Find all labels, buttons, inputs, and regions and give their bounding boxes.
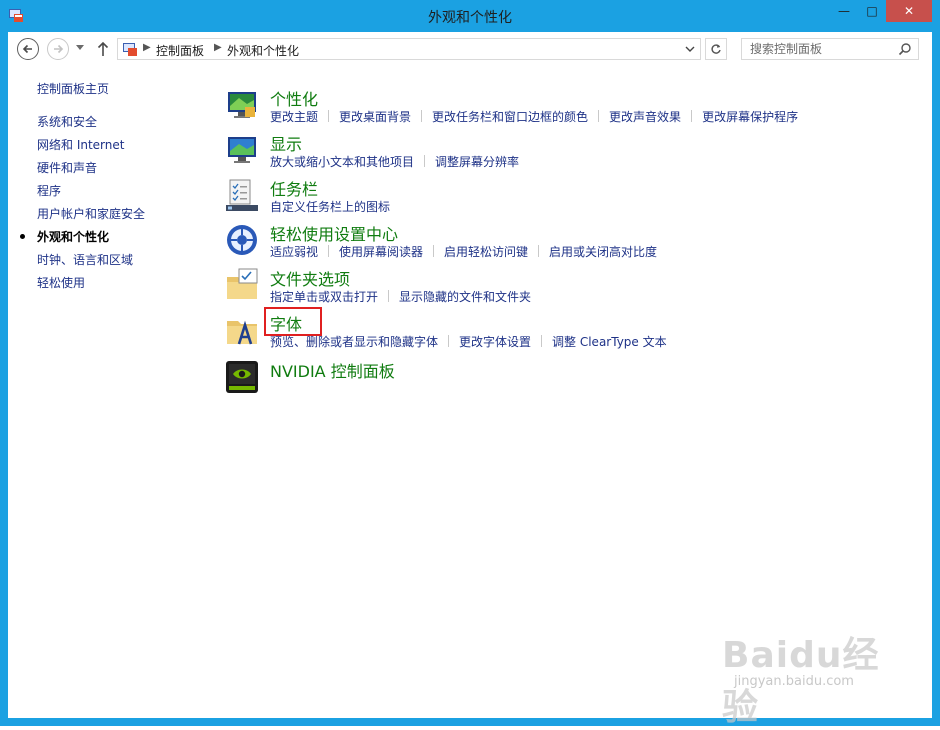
nav-appearance-label: 外观和个性化	[37, 230, 110, 244]
nav-network-internet[interactable]: 网络和 Internet	[37, 136, 124, 153]
close-icon: ✕	[903, 4, 915, 18]
minimize-button[interactable]: —	[830, 0, 858, 22]
fonts-folder-icon[interactable]	[225, 313, 259, 347]
link-customize-taskbar-icons[interactable]: 自定义任务栏上的图标	[270, 198, 390, 215]
link-optimize-visual[interactable]: 适应弱视	[270, 243, 318, 260]
personalization-icon[interactable]	[225, 88, 259, 122]
category-links: 放大或缩小文本和其他项目 调整屏幕分辨率	[270, 153, 519, 170]
breadcrumb-separator-icon[interactable]: ▶	[143, 42, 151, 53]
link-change-window-color[interactable]: 更改任务栏和窗口边框的颜色	[432, 108, 588, 125]
link-high-contrast[interactable]: 启用或关闭高对比度	[549, 243, 657, 260]
link-divider	[541, 335, 543, 347]
category-personalization: 个性化 更改主题 更改桌面背景 更改任务栏和窗口边框的颜色 更改声音效果 更改屏幕保护程…	[225, 86, 915, 131]
nav-hardware-sound[interactable]: 硬件和声音	[37, 159, 97, 176]
link-divider	[328, 110, 330, 122]
category-ease-of-access: 轻松使用设置中心 适应弱视 使用屏幕阅读器 启用轻松访问键 启用或关闭高对比度	[225, 221, 915, 266]
refresh-button[interactable]	[705, 38, 727, 60]
search-icon[interactable]	[898, 42, 912, 56]
breadcrumb-control-panel[interactable]: 控制面板	[156, 42, 204, 59]
nav-appearance-current[interactable]: 外观和个性化	[20, 228, 110, 245]
link-divider	[448, 335, 450, 347]
category-nvidia: NVIDIA 控制面板	[225, 358, 915, 403]
address-bar[interactable]: ▶ 控制面板 ▶ 外观和个性化	[117, 38, 701, 60]
nvidia-icon[interactable]	[225, 360, 259, 394]
link-change-screen-saver[interactable]: 更改屏幕保护程序	[702, 108, 798, 125]
watermark-url: jingyan.baidu.com	[734, 674, 854, 689]
category-folder-options: 文件夹选项 指定单击或双击打开 显示隐藏的文件和文件夹	[225, 266, 915, 311]
nav-control-panel-home[interactable]: 控制面板主页	[37, 80, 109, 97]
link-divider	[598, 110, 600, 122]
recent-locations-dropdown-icon[interactable]	[75, 42, 85, 52]
forward-button[interactable]	[47, 38, 69, 60]
category-links: 更改主题 更改桌面背景 更改任务栏和窗口边框的颜色 更改声音效果 更改屏幕保护程序	[270, 108, 798, 125]
chevron-down-icon[interactable]	[684, 42, 696, 56]
display-icon[interactable]	[225, 133, 259, 167]
navigation-bar: ▶ 控制面板 ▶ 外观和个性化	[8, 32, 932, 68]
minimize-icon: —	[838, 4, 850, 18]
nav-clock-language-region[interactable]: 时钟、语言和区域	[37, 251, 133, 268]
window: 外观和个性化 — □ ✕ ▶ 控制面板 ▶ 外观和个性化 搜索控制面板 控制面板…	[0, 0, 940, 728]
category-title-nvidia[interactable]: NVIDIA 控制面板	[270, 358, 395, 382]
window-title: 外观和个性化	[428, 10, 512, 26]
search-box[interactable]	[741, 38, 919, 60]
category-title-fonts[interactable]: 字体	[270, 311, 302, 335]
control-panel-icon	[123, 43, 137, 56]
link-divider	[433, 245, 435, 257]
category-taskbar: 任务栏 自定义任务栏上的图标	[225, 176, 915, 221]
nav-user-accounts[interactable]: 用户帐户和家庭安全	[37, 205, 145, 222]
link-show-hidden-files[interactable]: 显示隐藏的文件和文件夹	[399, 288, 531, 305]
breadcrumb-separator-icon[interactable]: ▶	[214, 42, 222, 53]
arrow-right-icon	[54, 44, 64, 54]
link-divider	[388, 290, 390, 302]
back-button[interactable]	[17, 38, 39, 60]
arrow-left-icon	[22, 44, 32, 54]
maximize-icon: □	[866, 4, 878, 18]
link-preview-delete-fonts[interactable]: 预览、删除或者显示和隐藏字体	[270, 333, 438, 350]
nav-ease-of-access[interactable]: 轻松使用	[37, 274, 85, 291]
link-divider	[328, 245, 330, 257]
link-change-theme[interactable]: 更改主题	[270, 108, 318, 125]
current-page-bullet-icon	[20, 234, 25, 239]
ease-of-access-icon[interactable]	[225, 223, 259, 257]
category-title-folder-options[interactable]: 文件夹选项	[270, 266, 350, 290]
nav-system-security[interactable]: 系统和安全	[37, 113, 97, 130]
category-links: 指定单击或双击打开 显示隐藏的文件和文件夹	[270, 288, 531, 305]
link-adjust-cleartype[interactable]: 调整 ClearType 文本	[552, 333, 667, 350]
link-divider	[424, 155, 426, 167]
link-divider	[691, 110, 693, 122]
client-area: ▶ 控制面板 ▶ 外观和个性化 控制面板主页 系统和安全 网络和 Interne…	[8, 32, 932, 728]
category-title-taskbar[interactable]: 任务栏	[270, 176, 318, 200]
link-screen-reader[interactable]: 使用屏幕阅读器	[339, 243, 423, 260]
search-input[interactable]	[742, 39, 900, 59]
category-links: 预览、删除或者显示和隐藏字体 更改字体设置 调整 ClearType 文本	[270, 333, 667, 350]
category-title-ease-of-access[interactable]: 轻松使用设置中心	[270, 221, 398, 245]
link-accessibility-keys[interactable]: 启用轻松访问键	[444, 243, 528, 260]
link-change-sounds[interactable]: 更改声音效果	[609, 108, 681, 125]
watermark: Baidu经验 jingyan.baidu.com	[716, 626, 906, 728]
link-divider	[538, 245, 540, 257]
link-make-text-larger[interactable]: 放大或缩小文本和其他项目	[270, 153, 414, 170]
link-change-font-settings[interactable]: 更改字体设置	[459, 333, 531, 350]
folder-options-icon[interactable]	[225, 268, 259, 302]
nav-programs[interactable]: 程序	[37, 182, 61, 199]
refresh-icon	[711, 44, 721, 54]
category-title-personalization[interactable]: 个性化	[270, 86, 318, 110]
category-title-display[interactable]: 显示	[270, 131, 302, 155]
close-button[interactable]: ✕	[886, 0, 932, 22]
up-arrow-icon[interactable]	[96, 40, 110, 58]
link-adjust-resolution[interactable]: 调整屏幕分辨率	[435, 153, 519, 170]
maximize-button[interactable]: □	[858, 0, 886, 22]
link-single-or-double-click[interactable]: 指定单击或双击打开	[270, 288, 378, 305]
category-links: 适应弱视 使用屏幕阅读器 启用轻松访问键 启用或关闭高对比度	[270, 243, 657, 260]
link-divider	[421, 110, 423, 122]
breadcrumb-appearance[interactable]: 外观和个性化	[227, 42, 299, 59]
taskbar-icon[interactable]	[225, 178, 259, 212]
title-bar[interactable]: 外观和个性化 — □ ✕	[0, 0, 940, 32]
link-change-desktop-background[interactable]: 更改桌面背景	[339, 108, 411, 125]
category-fonts: 字体 预览、删除或者显示和隐藏字体 更改字体设置 调整 ClearType 文本	[225, 307, 915, 356]
category-display: 显示 放大或缩小文本和其他项目 调整屏幕分辨率	[225, 131, 915, 176]
category-links: 自定义任务栏上的图标	[270, 198, 390, 215]
